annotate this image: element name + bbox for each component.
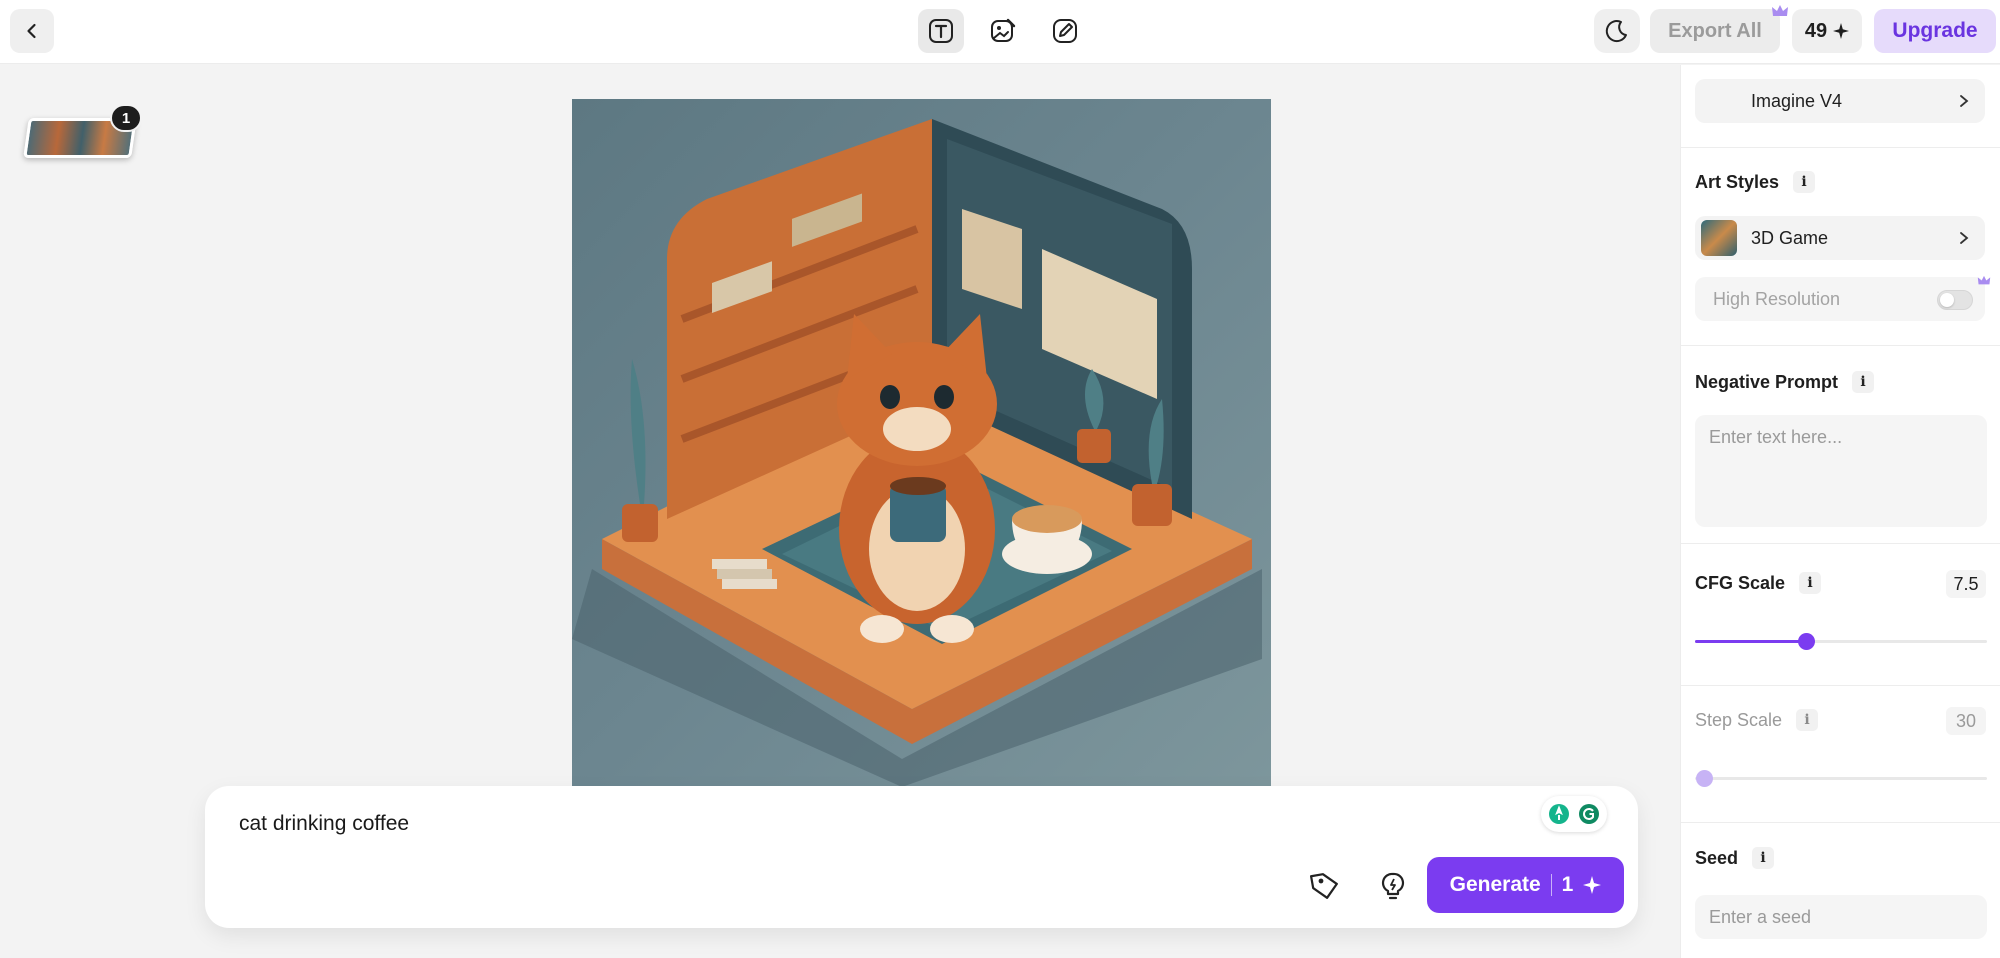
negative-prompt-title: Negative Prompt	[1695, 371, 1839, 392]
info-icon[interactable]: i	[1752, 847, 1775, 869]
model-thumbnail	[1701, 83, 1737, 119]
divider	[1681, 147, 2000, 148]
art-styles-heading: Art Styles i	[1695, 171, 1816, 193]
top-bar: Export All 49 Upgrade	[0, 0, 2000, 64]
lightbulb-icon	[1381, 872, 1405, 900]
step-scale-title: Step Scale	[1695, 709, 1783, 730]
upgrade-button[interactable]: Upgrade	[1874, 9, 1996, 53]
credits-count: 49	[1804, 19, 1828, 42]
divider	[1681, 345, 2000, 346]
model-name: Imagine V4	[1751, 90, 1843, 111]
history-count-badge: 1	[110, 104, 142, 132]
seed-title: Seed	[1695, 847, 1739, 868]
step-scale-value[interactable]: 30	[1946, 707, 1986, 735]
credits-badge[interactable]: 49	[1792, 9, 1862, 53]
prompt-input[interactable]: cat drinking coffee	[239, 812, 409, 836]
cfg-scale-thumb[interactable]	[1797, 633, 1815, 650]
chevron-left-icon	[27, 23, 36, 39]
grammarly-icon	[1579, 804, 1599, 824]
text-to-image-tab[interactable]	[918, 9, 964, 53]
prompt-box: cat drinking coffee Generate 1	[205, 786, 1638, 928]
chevron-right-icon	[1960, 232, 1969, 244]
chevron-right-icon	[1960, 95, 1969, 107]
image-brush-icon	[991, 18, 1016, 42]
generated-image[interactable]	[572, 99, 1271, 787]
cfg-scale-heading: CFG Scale i	[1695, 572, 1822, 594]
high-resolution-toggle[interactable]	[1937, 290, 1973, 310]
generate-button[interactable]: Generate 1	[1427, 857, 1624, 913]
info-icon[interactable]: i	[1852, 371, 1875, 393]
art-style-selector[interactable]: 3D Game	[1695, 216, 1985, 260]
image-edit-tab[interactable]	[980, 9, 1026, 53]
divider	[1681, 543, 2000, 544]
info-icon[interactable]: i	[1799, 572, 1822, 594]
divider	[1681, 685, 2000, 686]
art-style-thumbnail	[1701, 220, 1737, 256]
seed-input[interactable]: Enter a seed	[1695, 895, 1987, 939]
mode-switcher	[918, 9, 1088, 53]
prompt-idea-button[interactable]	[1371, 864, 1415, 908]
high-resolution-row: High Resolution	[1695, 277, 1985, 321]
generate-cost: 1	[1561, 873, 1574, 896]
step-scale-slider[interactable]	[1695, 770, 1987, 787]
generate-label: Generate	[1449, 873, 1541, 896]
negative-prompt-heading: Negative Prompt i	[1695, 371, 1875, 393]
sketch-tab[interactable]	[1042, 9, 1088, 53]
separator	[1550, 874, 1552, 896]
high-resolution-label: High Resolution	[1713, 288, 1841, 309]
assistant-icon	[1549, 804, 1569, 824]
extension-icons[interactable]	[1541, 796, 1607, 832]
crown-icon	[1977, 275, 1991, 285]
text-icon	[929, 19, 953, 43]
info-icon[interactable]: i	[1793, 171, 1816, 193]
cfg-scale-value[interactable]: 7.5	[1946, 570, 1986, 598]
cfg-scale-fill	[1695, 640, 1806, 643]
pen-icon	[1053, 19, 1077, 43]
sparkle-icon	[1833, 23, 1850, 39]
sparkle-icon	[1583, 876, 1602, 894]
dark-mode-toggle[interactable]	[1594, 9, 1640, 53]
step-scale-thumb[interactable]	[1695, 770, 1713, 787]
seed-heading: Seed i	[1695, 847, 1775, 869]
moon-icon	[1605, 20, 1627, 43]
art-styles-title: Art Styles	[1695, 171, 1780, 192]
back-button[interactable]	[10, 9, 54, 53]
art-style-name: 3D Game	[1751, 227, 1829, 248]
model-selector[interactable]: Imagine V4	[1695, 79, 1985, 123]
info-icon[interactable]: i	[1796, 709, 1819, 731]
tag-icon	[1310, 873, 1338, 899]
crown-icon	[1772, 5, 1788, 16]
cfg-scale-title: CFG Scale	[1695, 572, 1786, 593]
step-scale-heading: Step Scale i	[1695, 709, 1819, 731]
divider	[1681, 822, 2000, 823]
settings-panel: Imagine V4 Art Styles i 3D Game High Res…	[1680, 65, 2000, 958]
negative-prompt-input[interactable]: Enter text here...	[1695, 415, 1987, 527]
cfg-scale-slider[interactable]	[1695, 633, 1987, 650]
style-tag-button[interactable]	[1303, 864, 1347, 908]
export-all-button[interactable]: Export All	[1650, 9, 1780, 53]
